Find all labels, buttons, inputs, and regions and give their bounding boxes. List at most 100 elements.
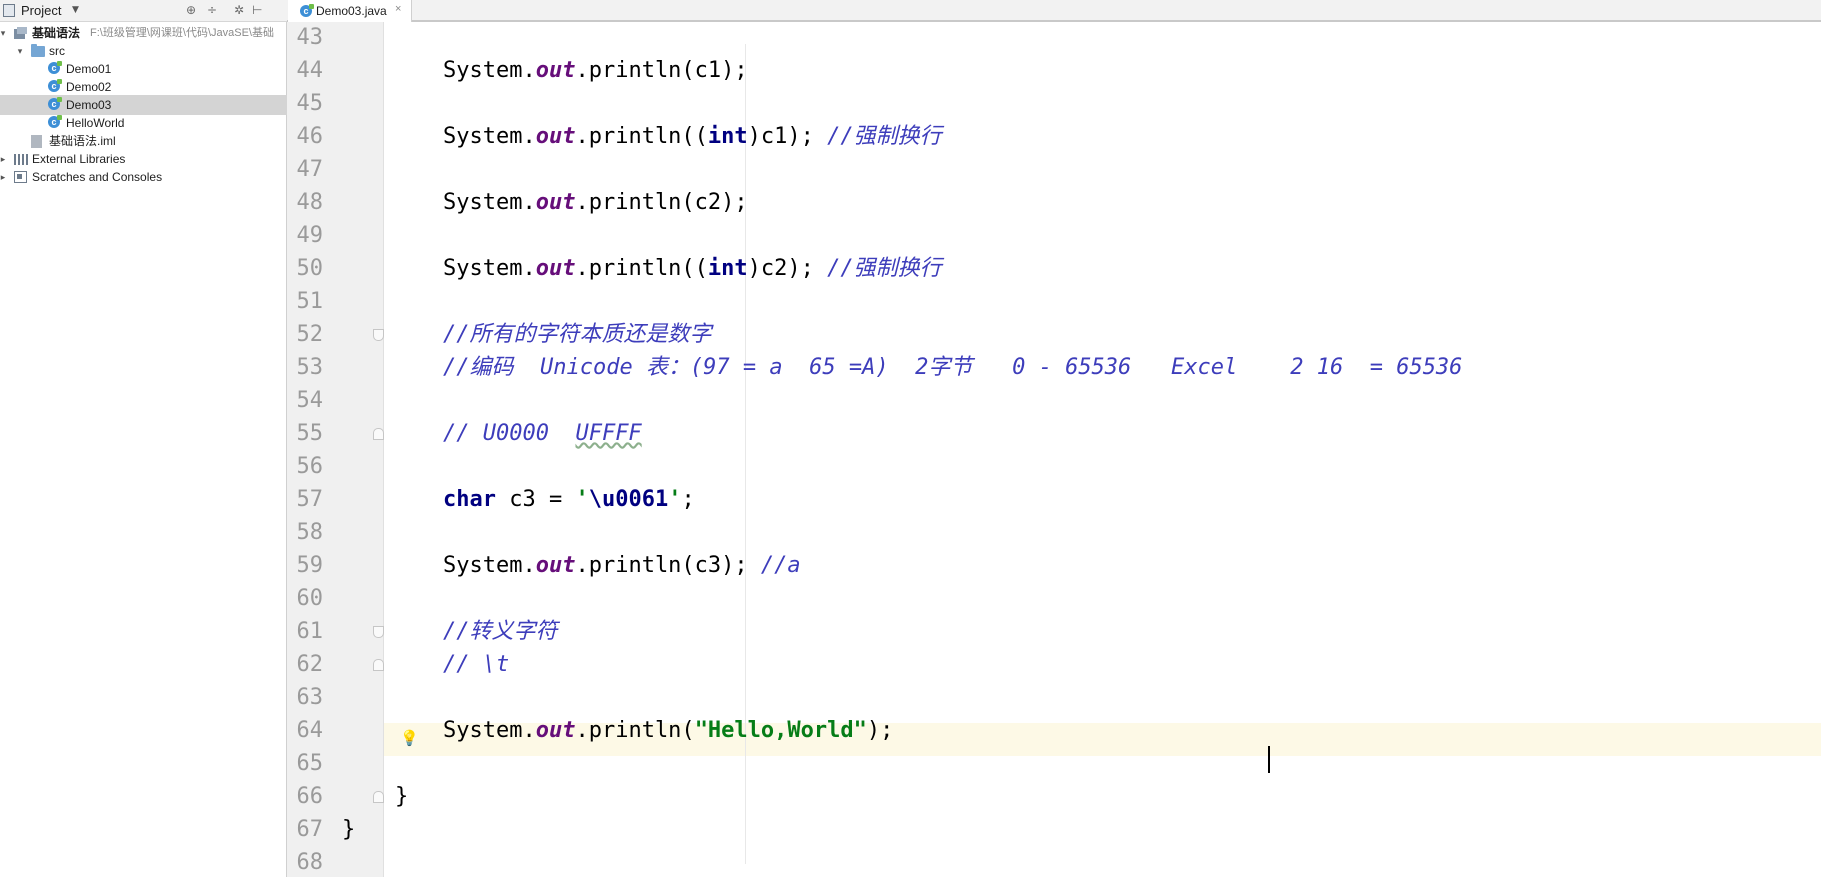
collapse-arrow-icon[interactable]: ▸ [0, 149, 8, 169]
java-class-icon: c [48, 115, 62, 128]
scratch-icon [14, 171, 27, 183]
line-number: 57 [296, 487, 324, 512]
tree-item-label: 基础语法.iml [49, 134, 116, 148]
code-token: ' [575, 487, 589, 512]
tree-item-label: 基础语法 [32, 26, 81, 40]
tree-item-scratches-and-consoles[interactable]: ▸ Scratches and Consoles [0, 167, 287, 187]
code-token: char [443, 487, 496, 512]
tree-item-label: Demo02 [66, 80, 112, 94]
module-icon [14, 27, 27, 39]
fold-marker-icon[interactable] [373, 428, 384, 440]
tab-demo03-java[interactable]: c Demo03.java × [288, 0, 412, 22]
code-token: out [535, 124, 576, 149]
tree-item-demo02[interactable]: c Demo02 [0, 77, 287, 97]
code-line[interactable]: //编码 Unicode 表：(97 = a 65 =A) 2字节 0 - 65… [443, 351, 1462, 384]
tree-item-external-libraries[interactable]: ▸ External Libraries [0, 149, 287, 169]
code-line[interactable]: System.out.println((int)c1); //强制换行 [443, 120, 942, 153]
tree-item-[interactable]: ▾ 基础语法 F:\班级管理\网课班\代码\JavaSE\基础 [0, 23, 287, 43]
code-token: .println(( [575, 256, 708, 281]
line-number: 49 [296, 223, 324, 248]
code-line[interactable]: // \t [443, 648, 509, 681]
java-class-icon: c [48, 97, 62, 110]
code-token: .println(( [575, 124, 708, 149]
code-token: ); [866, 718, 894, 743]
line-number: 60 [296, 586, 324, 611]
hide-panel-icon[interactable]: ⊢ [252, 3, 262, 17]
code-line[interactable]: //转义字符 [443, 615, 558, 648]
chevron-down-icon[interactable]: ▼ [72, 5, 79, 15]
tree-item-label: Scratches and Consoles [32, 170, 163, 184]
project-tree[interactable]: ▾ 基础语法 F:\班级管理\网课班\代码\JavaSE\基础 ▾ src c Demo01… [0, 22, 287, 877]
line-number: 65 [296, 751, 324, 776]
line-number-gutter[interactable]: 43 44 45 46 47 48 49 50 51 52 53 54 55 56 57 58 59 60 61 62… [287, 22, 384, 877]
project-icon [3, 4, 15, 17]
tree-item-label: HelloWorld [66, 116, 125, 130]
close-icon[interactable]: × [395, 3, 401, 15]
code-line[interactable]: System.out.println(c1); [443, 54, 748, 87]
code-line[interactable]: // U0000 UFFFF [443, 417, 642, 450]
code-token: } [395, 784, 409, 809]
code-token: ' [668, 487, 682, 512]
code-line[interactable]: System.out.println(c2); [443, 186, 748, 219]
line-number: 67 [296, 817, 324, 842]
line-number: 56 [296, 454, 324, 479]
tree-item-src[interactable]: ▾ src [0, 41, 287, 61]
line-number: 44 [296, 58, 324, 83]
code-token: out [535, 718, 576, 743]
code-token: //所有的字符本质还是数字 [443, 322, 712, 347]
tree-item-helloworld[interactable]: c HelloWorld [0, 113, 287, 133]
code-token: System. [443, 553, 536, 578]
code-editor[interactable]: 43 44 45 46 47 48 49 50 51 52 53 54 55 56 57 58 59 60 61 62… [287, 22, 1821, 877]
code-token: out [535, 553, 576, 578]
code-line[interactable]: //所有的字符本质还是数字 [443, 318, 712, 351]
tree-item-iml[interactable]: 基础语法.iml [0, 131, 287, 151]
fold-marker-icon[interactable] [373, 626, 384, 638]
code-token: .println(c1); [575, 58, 748, 83]
line-number: 46 [296, 124, 324, 149]
lightbulb-icon[interactable]: 💡 [400, 729, 419, 747]
collapse-arrow-icon[interactable]: ▸ [0, 167, 8, 187]
line-number: 63 [296, 685, 324, 710]
line-number: 68 [296, 850, 324, 875]
expand-arrow-icon[interactable]: ▾ [0, 23, 8, 43]
line-number: 62 [296, 652, 324, 677]
tree-item-demo03[interactable]: c Demo03 [0, 95, 287, 115]
line-number: 51 [296, 289, 324, 314]
library-icon [14, 154, 28, 165]
fold-marker-icon[interactable] [373, 791, 384, 803]
line-number: 47 [296, 157, 324, 182]
code-line[interactable]: System.out.println("Hello,World"); [443, 714, 893, 747]
gear-icon[interactable]: ✲ [234, 3, 244, 17]
expand-arrow-icon[interactable]: ▾ [15, 41, 25, 61]
project-panel-header: Project ▼ ⊕ ÷ ✲ ⊢ [0, 0, 287, 22]
line-number: 61 [296, 619, 324, 644]
module-path: F:\班级管理\网课班\代码\JavaSE\基础 [90, 27, 274, 39]
code-line[interactable]: char c3 = '\u0061'; [443, 483, 695, 516]
code-line[interactable]: } [342, 813, 355, 846]
collapse-all-icon[interactable]: ÷ [207, 3, 217, 17]
line-number: 66 [296, 784, 324, 809]
fold-marker-icon[interactable] [373, 659, 384, 671]
line-number: 58 [296, 520, 324, 545]
iml-file-icon [31, 135, 42, 148]
code-token: //强制换行 [827, 256, 942, 281]
code-token: System. [443, 256, 536, 281]
text-caret [1268, 746, 1270, 773]
code-line[interactable]: } [395, 780, 408, 813]
fold-marker-icon[interactable] [373, 329, 384, 341]
tab-label: Demo03.java [316, 4, 387, 18]
code-token: System. [443, 718, 536, 743]
code-line[interactable]: System.out.println((int)c2); //强制换行 [443, 252, 942, 285]
code-token: \u0061 [588, 487, 669, 512]
locate-target-icon[interactable]: ⊕ [186, 3, 196, 17]
code-line[interactable]: System.out.println(c3); //a [443, 549, 801, 582]
code-token: System. [443, 58, 536, 83]
code-token: ; [681, 487, 695, 512]
line-number: 59 [296, 553, 324, 578]
project-panel-title[interactable]: Project [21, 3, 61, 18]
line-number: 50 [296, 256, 324, 281]
code-token: )c2); [747, 256, 828, 281]
tree-item-label: src [49, 44, 65, 58]
tree-item-demo01[interactable]: c Demo01 [0, 59, 287, 79]
code-token: int [707, 124, 748, 149]
